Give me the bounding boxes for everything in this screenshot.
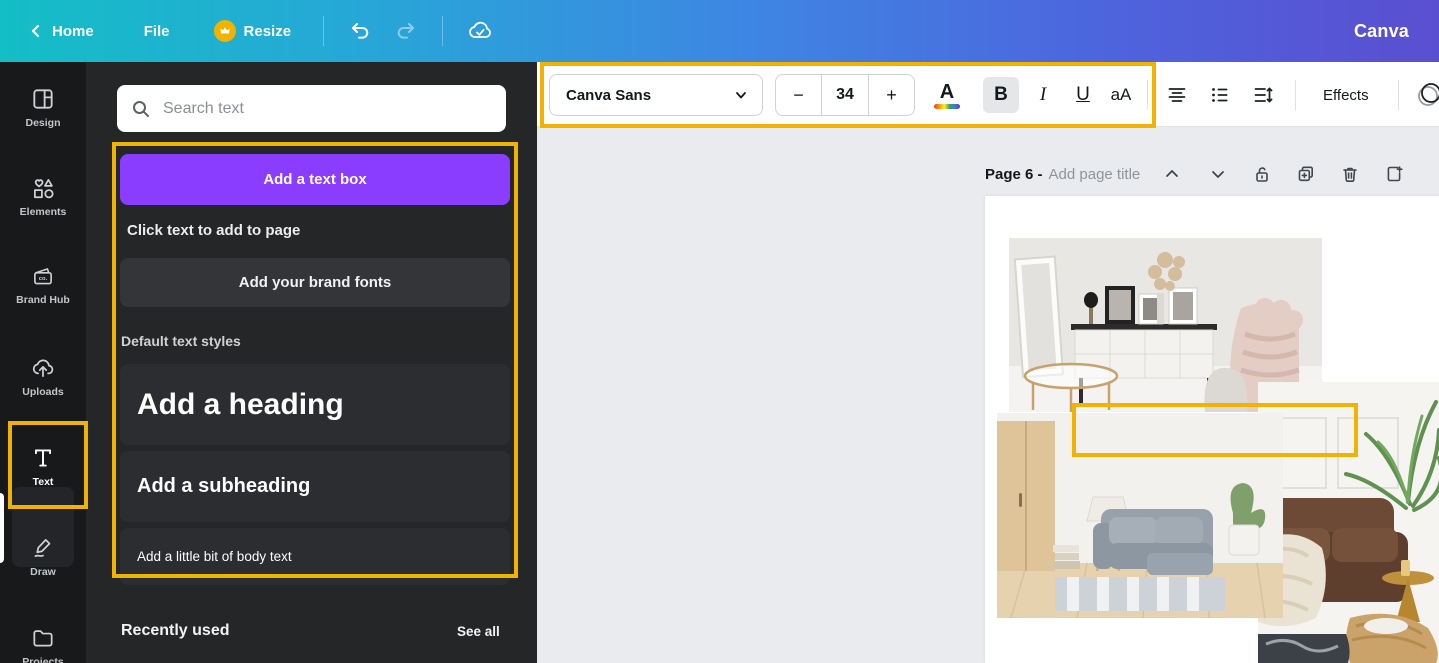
canva-wordmark: Canva — [1353, 20, 1409, 41]
add-brand-fonts-button[interactable]: Add your brand fonts — [120, 258, 510, 307]
text-panel: Add a text box Click text to add to page… — [86, 62, 537, 663]
toolbar-separator — [1398, 80, 1399, 110]
sidebar-item-text[interactable]: Text — [0, 445, 86, 488]
design-page[interactable]: Add a subheading — [985, 196, 1439, 663]
style-card-subheading[interactable]: Add a subheading — [120, 451, 510, 522]
line-spacing-button[interactable] — [1245, 77, 1281, 113]
redo-button[interactable] — [390, 15, 422, 47]
sidebar-item-brand-hub[interactable]: co. Brand Hub — [0, 263, 86, 306]
delete-page-button[interactable] — [1334, 160, 1366, 188]
undo-button[interactable] — [344, 15, 376, 47]
italic-button[interactable]: I — [1025, 77, 1061, 113]
uploads-icon — [30, 355, 56, 381]
crown-icon — [213, 20, 236, 42]
move-page-up-button[interactable] — [1156, 160, 1188, 188]
style-card-body-text[interactable]: Add a little bit of body text — [120, 528, 510, 585]
effects-button[interactable]: Effects — [1309, 77, 1383, 113]
font-family-select[interactable]: Canva Sans — [549, 74, 763, 116]
page-header: Page 6 - Add page title — [985, 160, 1410, 188]
elements-icon — [30, 175, 56, 201]
text-align-button[interactable] — [1159, 77, 1195, 113]
canvas-area: Page 6 - Add page title — [537, 127, 1439, 663]
page-number-label: Page 6 - — [985, 165, 1043, 183]
sidebar-item-label: Design — [25, 117, 61, 129]
sidebar-item-uploads[interactable]: Uploads — [0, 355, 86, 398]
sidebar-item-draw[interactable]: Draw — [0, 535, 86, 578]
svg-text:co.: co. — [39, 276, 48, 282]
back-chevron-icon — [28, 23, 44, 39]
sidebar-item-label: Text — [32, 476, 54, 488]
brand-hub-icon: co. — [30, 263, 56, 289]
design-icon — [30, 86, 56, 112]
add-page-button[interactable] — [1378, 160, 1410, 188]
body-text-style-label: Add a little bit of body text — [137, 549, 292, 564]
sidebar-item-label: Draw — [30, 566, 56, 578]
add-text-box-label: Add a text box — [263, 171, 367, 188]
search-icon — [131, 99, 151, 119]
home-label: Home — [52, 22, 94, 40]
sidebar-item-design[interactable]: Design — [0, 86, 86, 129]
transparency-button[interactable] — [1412, 77, 1439, 113]
font-size-stepper: − + — [775, 74, 915, 116]
canvas-image-gray-sofa-room[interactable] — [997, 413, 1283, 618]
cloud-save-icon[interactable] — [463, 14, 497, 48]
canvas-image-leather-sofa[interactable] — [1258, 382, 1439, 663]
sidebar-item-elements[interactable]: Elements — [0, 175, 86, 218]
sidebar-rail: Design Elements co. Brand Hub Uploads Te… — [0, 62, 86, 663]
click-text-hint: Click text to add to page — [127, 222, 301, 239]
sidebar-item-label: Elements — [19, 206, 67, 218]
projects-icon — [30, 625, 56, 651]
toolbar-separator — [1295, 80, 1296, 110]
draw-icon — [30, 535, 56, 561]
topbar-separator — [323, 16, 325, 46]
add-brand-fonts-label: Add your brand fonts — [238, 274, 392, 291]
sidebar-item-label: Brand Hub — [16, 294, 70, 306]
text-color-button[interactable]: A — [929, 77, 965, 113]
letter-case-button[interactable]: aA — [1103, 77, 1139, 113]
toolbar-separator — [1147, 80, 1148, 110]
file-button[interactable]: File — [144, 23, 170, 40]
chevron-down-icon — [734, 88, 748, 102]
font-size-decrease-button[interactable]: − — [776, 75, 822, 115]
rainbow-color-bar — [934, 103, 960, 109]
text-color-letter: A — [939, 80, 955, 103]
file-label: File — [143, 22, 170, 40]
bold-button[interactable]: B — [983, 77, 1019, 113]
default-text-styles-label: Default text styles — [121, 333, 241, 349]
page-title-input[interactable]: Add page title — [1049, 166, 1141, 183]
recently-used-label: Recently used — [121, 622, 230, 639]
search-input[interactable] — [161, 98, 492, 119]
see-all-link[interactable]: See all — [457, 624, 500, 639]
duplicate-page-button[interactable] — [1290, 160, 1322, 188]
text-format-toolbar: Canva Sans − + A B I U aA Effect — [537, 62, 1439, 127]
home-button[interactable]: Home — [28, 23, 94, 40]
move-page-down-button[interactable] — [1202, 160, 1234, 188]
subheading-style-label: Add a subheading — [137, 475, 311, 497]
sidebar-item-label: Uploads — [22, 386, 64, 398]
heading-style-label: Add a heading — [137, 387, 344, 421]
add-text-box-button[interactable]: Add a text box — [120, 154, 510, 205]
sidebar-item-projects[interactable]: Projects — [0, 625, 86, 663]
resize-button[interactable]: Resize — [213, 20, 292, 42]
canva-editor: Home File Resize Canva Design Elements c… — [0, 0, 1439, 663]
top-bar: Home File Resize Canva — [0, 0, 1439, 62]
lock-page-button[interactable] — [1246, 160, 1278, 188]
search-box[interactable] — [117, 85, 506, 132]
underline-button[interactable]: U — [1065, 77, 1101, 113]
resize-label: Resize — [243, 22, 292, 40]
text-icon — [30, 445, 56, 471]
font-size-increase-button[interactable]: + — [868, 75, 914, 115]
sidebar-item-label: Projects — [22, 656, 64, 663]
bullet-list-button[interactable] — [1202, 77, 1238, 113]
font-family-value: Canva Sans — [566, 86, 652, 104]
style-card-heading[interactable]: Add a heading — [120, 364, 510, 445]
font-size-input[interactable] — [822, 75, 868, 115]
topbar-separator — [442, 16, 444, 46]
